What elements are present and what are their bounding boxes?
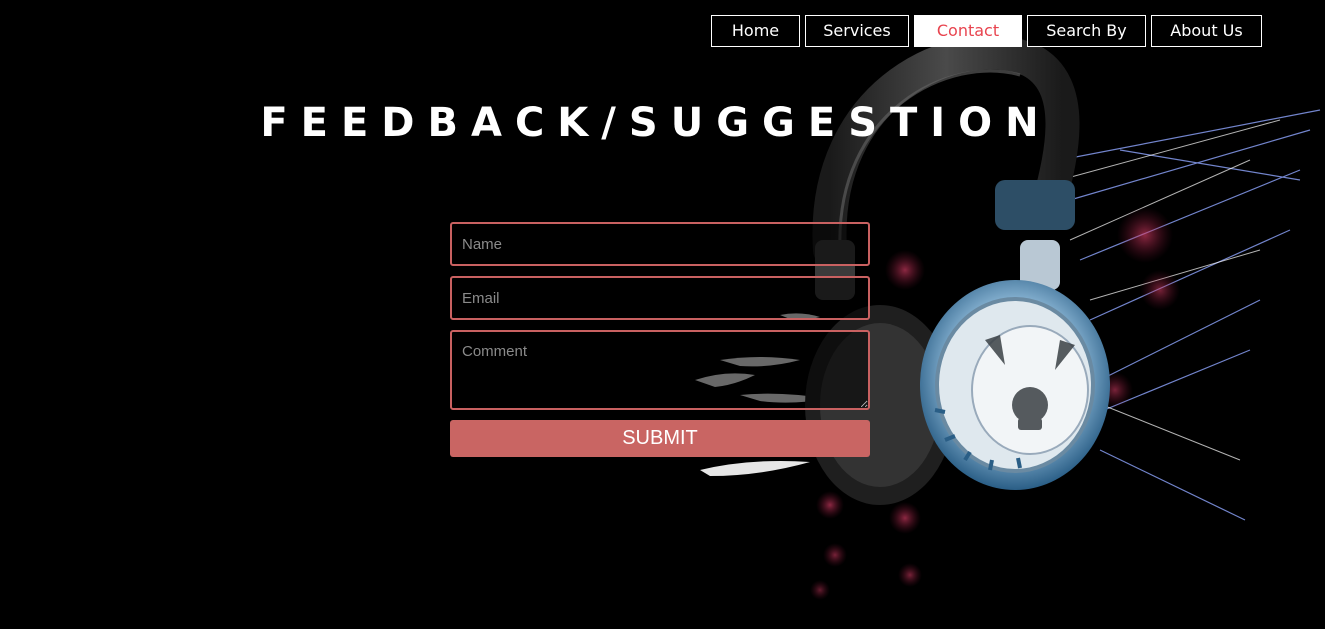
page-title: FEEDBACK/SUGGESTION — [260, 100, 1052, 146]
contact-page: Home Services Contact Search By About Us… — [0, 0, 1325, 629]
nav-about-us-link[interactable]: About Us — [1151, 15, 1262, 47]
nav-services-link[interactable]: Services — [805, 15, 909, 47]
nav-search-by-link[interactable]: Search By — [1027, 15, 1146, 47]
comment-textarea[interactable] — [450, 330, 870, 410]
submit-button[interactable]: SUBMIT — [450, 420, 870, 457]
feedback-form: SUBMIT — [450, 222, 870, 457]
email-input[interactable] — [450, 276, 870, 320]
main-nav: Home Services Contact Search By About Us — [711, 15, 1262, 47]
name-input[interactable] — [450, 222, 870, 266]
nav-home-link[interactable]: Home — [711, 15, 800, 47]
nav-contact-link[interactable]: Contact — [914, 15, 1022, 47]
